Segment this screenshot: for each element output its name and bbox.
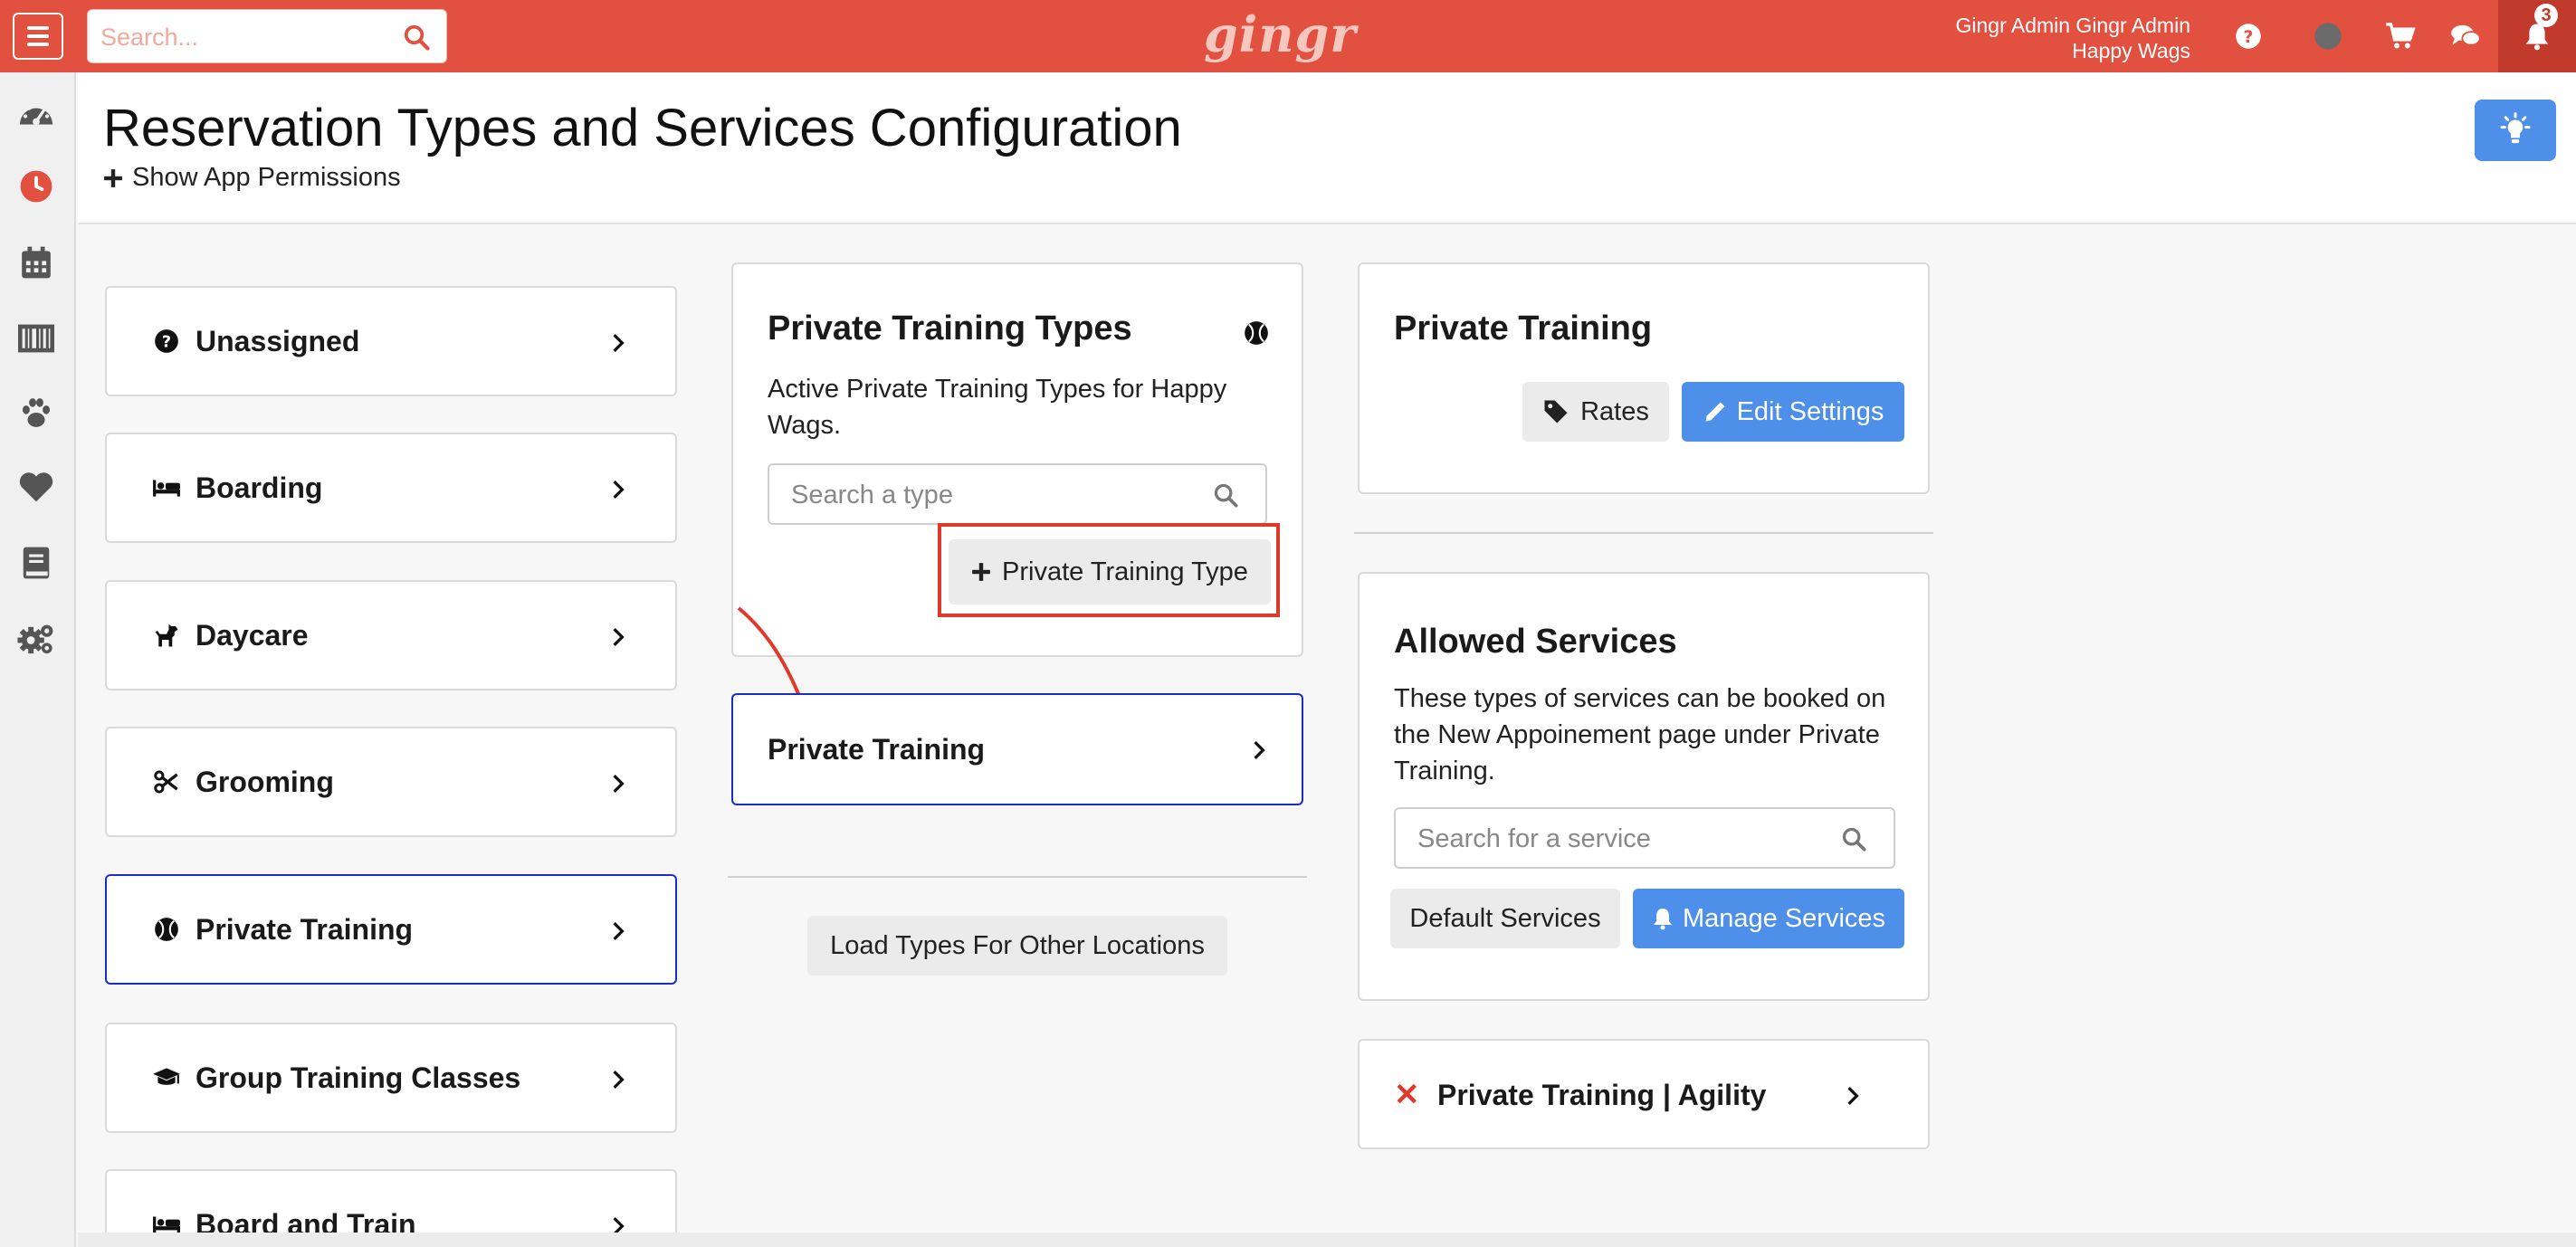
search-icon[interactable] bbox=[403, 24, 430, 55]
manage-services-button[interactable]: Manage Services bbox=[1633, 889, 1904, 948]
service-item-label: Private Training | Agility bbox=[1437, 1079, 1767, 1111]
types-panel-description: Active Private Training Types for Happy … bbox=[768, 375, 1227, 440]
user-info[interactable]: Gingr Admin Gingr Admin Happy Wags bbox=[1955, 13, 2190, 63]
category-boarding[interactable]: Boarding bbox=[105, 433, 677, 543]
default-services-button[interactable]: Default Services bbox=[1390, 889, 1620, 948]
type-item-label: Private Training bbox=[768, 733, 986, 766]
dashboard-icon[interactable] bbox=[16, 92, 56, 132]
svg-text:?: ? bbox=[162, 333, 171, 351]
type-search-input[interactable] bbox=[791, 478, 1171, 512]
graduation-cap-icon bbox=[152, 1063, 181, 1092]
category-group-training-classes[interactable]: Group Training Classes bbox=[105, 1023, 677, 1133]
remove-icon[interactable]: ✕ bbox=[1394, 1077, 1420, 1113]
category-label: Private Training bbox=[196, 912, 414, 946]
type-search-field[interactable] bbox=[768, 463, 1267, 525]
category-label: Daycare bbox=[196, 618, 309, 652]
show-app-permissions-link[interactable]: Show App Permissions bbox=[103, 163, 401, 193]
bed-icon bbox=[152, 473, 181, 502]
page-bottom-edge bbox=[78, 1233, 2576, 1247]
left-sidebar bbox=[0, 72, 76, 1247]
user-name: Gingr Admin Gingr Admin bbox=[1955, 14, 2190, 37]
rates-button[interactable]: Rates bbox=[1522, 382, 1669, 442]
highlight-annotation bbox=[938, 523, 1280, 617]
category-label: Grooming bbox=[196, 765, 334, 798]
rates-label: Rates bbox=[1580, 396, 1649, 426]
default-services-label: Default Services bbox=[1409, 903, 1601, 933]
ball-icon bbox=[1244, 320, 1269, 350]
heart-icon[interactable] bbox=[16, 467, 56, 507]
chevron-right-icon bbox=[612, 921, 625, 946]
gears-icon[interactable] bbox=[16, 619, 56, 659]
load-types-other-locations-button[interactable]: Load Types For Other Locations bbox=[807, 916, 1227, 976]
gingr-logo[interactable]: gingr bbox=[1204, 5, 1357, 63]
category-grooming[interactable]: Grooming bbox=[105, 727, 677, 837]
tips-button[interactable] bbox=[2475, 100, 2556, 161]
plus-icon bbox=[104, 168, 122, 187]
notification-count-badge: 3 bbox=[2534, 4, 2558, 27]
divider bbox=[1354, 532, 1933, 534]
pencil-icon bbox=[1705, 402, 1725, 422]
load-types-label: Load Types For Other Locations bbox=[830, 930, 1205, 960]
edit-settings-label: Edit Settings bbox=[1736, 396, 1884, 426]
chat-icon[interactable] bbox=[2447, 18, 2484, 54]
show-app-permissions-label: Show App Permissions bbox=[132, 163, 401, 192]
category-private-training[interactable]: Private Training bbox=[105, 874, 677, 985]
svg-text:?: ? bbox=[2244, 28, 2254, 47]
barcode-icon[interactable] bbox=[16, 319, 56, 358]
private-training-settings-panel: Private Training Rates Edit Settings bbox=[1358, 262, 1930, 494]
chevron-right-icon bbox=[612, 480, 625, 504]
help-icon[interactable]: ? bbox=[2230, 18, 2266, 54]
book-icon[interactable] bbox=[16, 543, 56, 583]
service-item-private-training-agility[interactable]: ✕ Private Training | Agility bbox=[1358, 1039, 1930, 1149]
page-title: Reservation Types and Services Configura… bbox=[103, 99, 1182, 157]
status-dot-icon[interactable] bbox=[2310, 18, 2346, 54]
chevron-right-icon bbox=[612, 333, 625, 357]
type-item-private-training[interactable]: Private Training bbox=[731, 693, 1303, 805]
category-daycare[interactable]: Daycare bbox=[105, 580, 677, 690]
top-bar: gingr Gingr Admin Gingr Admin Happy Wags… bbox=[0, 0, 2576, 72]
services-panel-description: These types of services can be booked on… bbox=[1394, 684, 1886, 785]
clock-icon[interactable] bbox=[16, 167, 56, 206]
global-search-input[interactable] bbox=[100, 19, 372, 55]
allowed-services-panel: Allowed Services These types of services… bbox=[1358, 572, 1930, 1001]
current-location: Happy Wags bbox=[2072, 39, 2190, 62]
category-unassigned[interactable]: ? Unassigned bbox=[105, 286, 677, 396]
dog-icon bbox=[152, 621, 181, 650]
paw-icon[interactable] bbox=[16, 393, 56, 433]
settings-panel-title: Private Training bbox=[1394, 309, 1653, 347]
cart-icon[interactable] bbox=[2382, 18, 2419, 54]
chevron-right-icon bbox=[1253, 740, 1265, 765]
tag-icon bbox=[1544, 400, 1568, 424]
page-header: Reservation Types and Services Configura… bbox=[78, 72, 2576, 224]
lightbulb-icon bbox=[2500, 112, 2531, 144]
chevron-right-icon bbox=[612, 774, 625, 798]
notifications-button[interactable]: 3 bbox=[2498, 0, 2576, 72]
search-icon[interactable] bbox=[1213, 482, 1238, 512]
calendar-icon[interactable] bbox=[16, 243, 56, 282]
category-label: Boarding bbox=[196, 471, 323, 504]
ball-icon bbox=[152, 915, 181, 944]
menu-toggle-button[interactable] bbox=[13, 13, 63, 60]
chevron-right-icon bbox=[1846, 1086, 1859, 1110]
divider bbox=[728, 876, 1307, 878]
chevron-right-icon bbox=[612, 1070, 625, 1094]
global-search[interactable] bbox=[87, 9, 447, 63]
chevron-right-icon bbox=[612, 627, 625, 652]
search-icon[interactable] bbox=[1841, 826, 1866, 856]
category-label: Group Training Classes bbox=[196, 1061, 521, 1094]
service-search-field[interactable] bbox=[1394, 807, 1895, 869]
edit-settings-button[interactable]: Edit Settings bbox=[1682, 382, 1904, 442]
types-panel-title: Private Training Types bbox=[768, 309, 1132, 347]
bell-icon bbox=[1653, 909, 1672, 930]
manage-services-label: Manage Services bbox=[1682, 903, 1886, 933]
question-circle-icon: ? bbox=[152, 327, 181, 356]
scissors-icon bbox=[152, 767, 181, 796]
service-search-input[interactable] bbox=[1417, 822, 1798, 856]
category-label: Unassigned bbox=[196, 324, 360, 357]
services-panel-title: Allowed Services bbox=[1394, 623, 1677, 661]
